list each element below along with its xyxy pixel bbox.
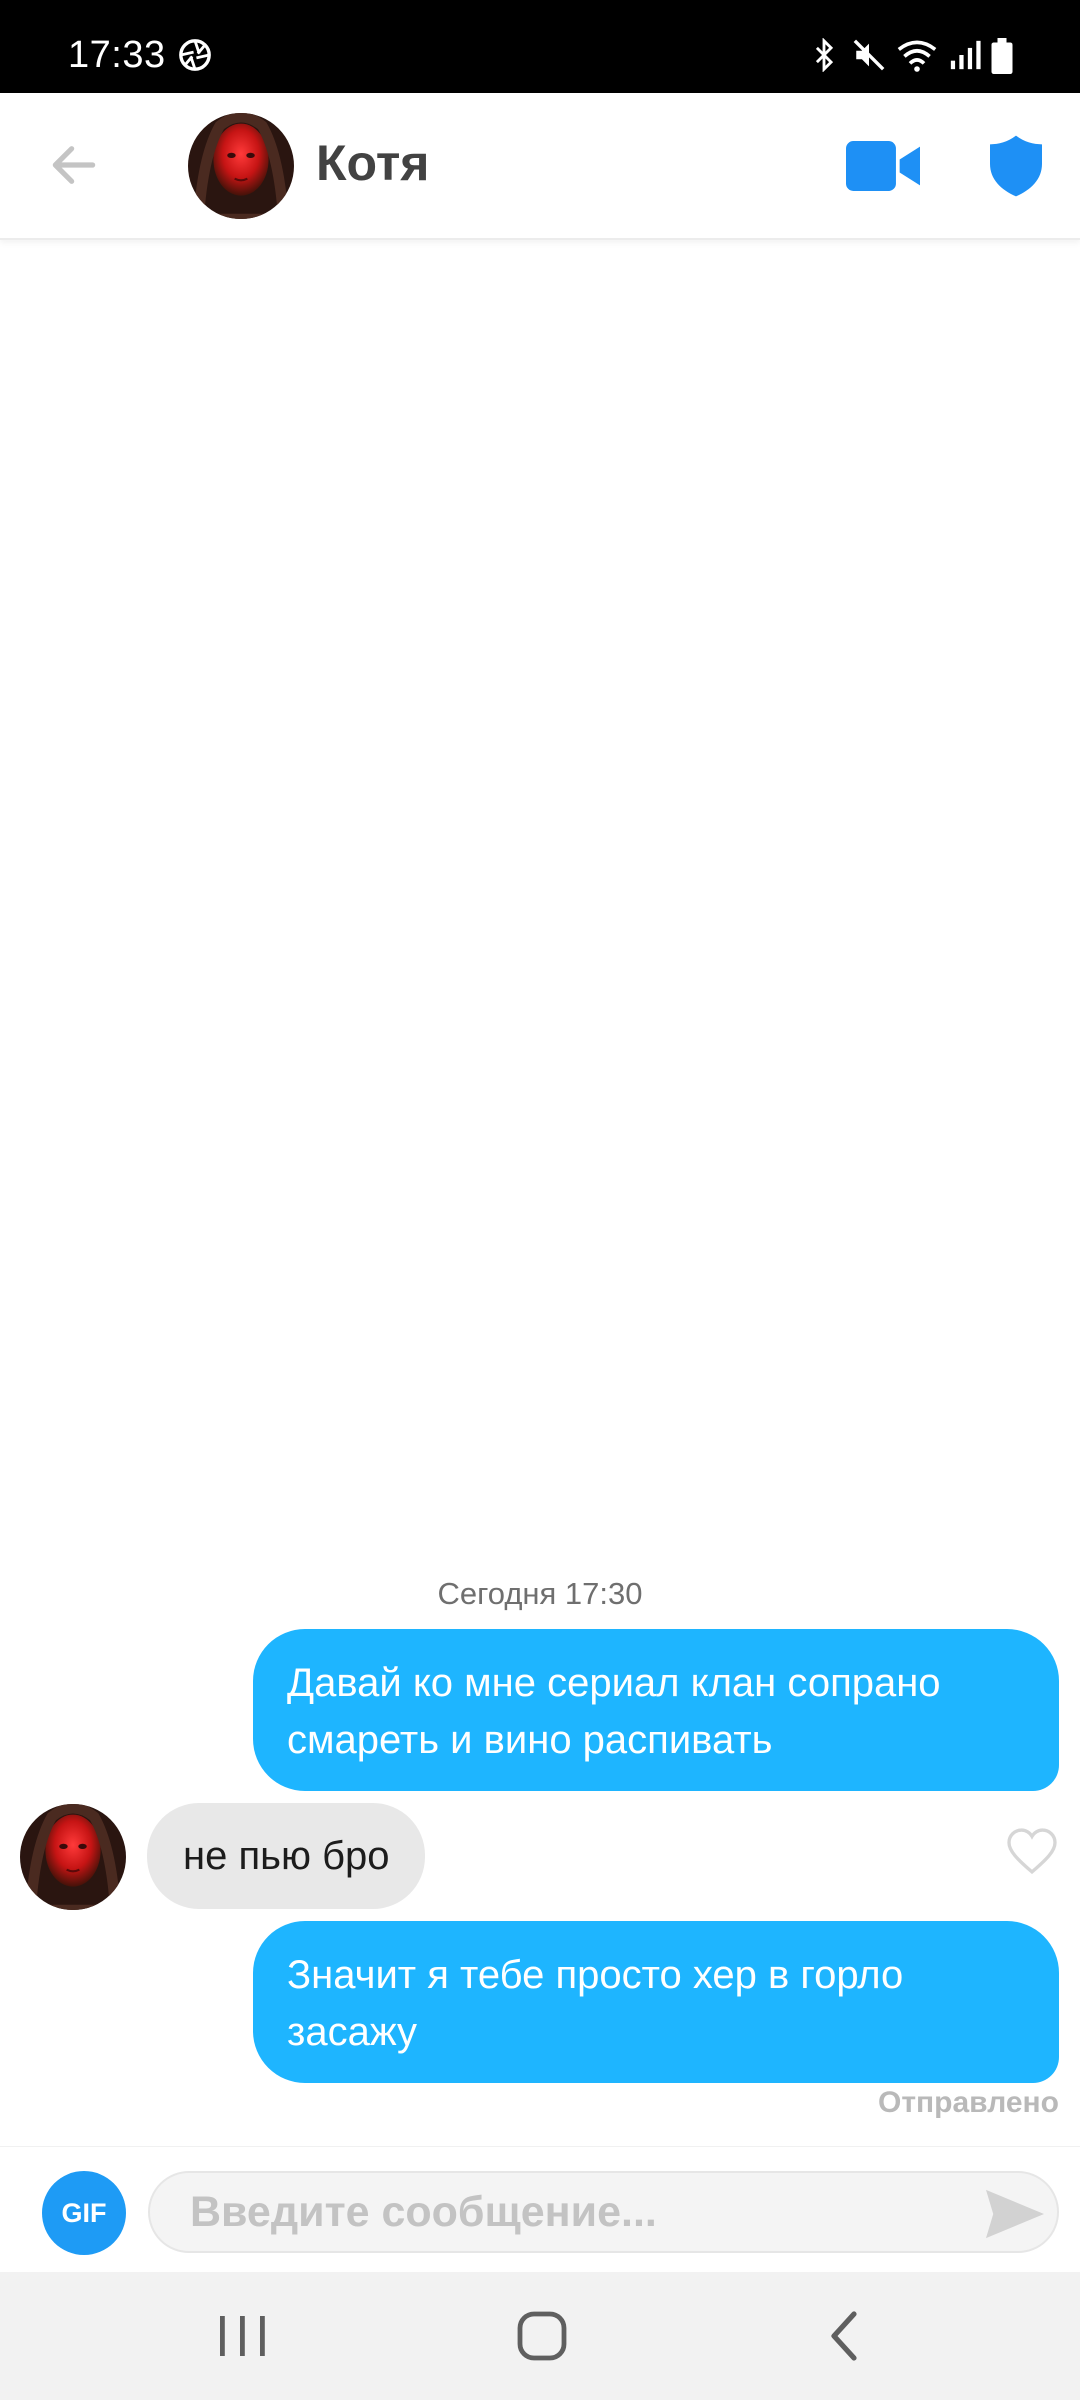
chat-timestamp: Сегодня 17:30 bbox=[437, 1576, 643, 1611]
chat-header: Котя bbox=[0, 93, 1080, 240]
signal-icon bbox=[950, 40, 981, 70]
outgoing-message[interactable]: Значит я тебе просто хер в горло засажу bbox=[253, 1921, 1059, 2083]
contact-name[interactable]: Котя bbox=[316, 133, 429, 193]
incoming-message[interactable]: не пью бро bbox=[147, 1803, 426, 1909]
video-camera-icon[interactable] bbox=[846, 141, 920, 191]
message-input[interactable] bbox=[148, 2171, 1059, 2253]
message-composer: GIF bbox=[0, 2146, 1080, 2273]
recent-apps-icon[interactable] bbox=[212, 2310, 272, 2362]
status-time: 17:33 bbox=[68, 34, 166, 76]
home-icon[interactable] bbox=[512, 2310, 572, 2362]
status-bar: 17:33 bbox=[0, 0, 1080, 93]
shield-icon[interactable] bbox=[990, 135, 1042, 197]
gif-button[interactable]: GIF bbox=[42, 2171, 126, 2255]
send-icon[interactable] bbox=[986, 2189, 1044, 2239]
wifi-icon bbox=[897, 40, 937, 72]
back-arrow-icon[interactable] bbox=[46, 137, 102, 193]
mute-icon bbox=[853, 39, 885, 71]
back-icon[interactable] bbox=[816, 2310, 876, 2362]
delivery-status: Отправлено bbox=[878, 2086, 1059, 2119]
bluetooth-icon bbox=[815, 38, 834, 72]
contact-avatar[interactable] bbox=[188, 113, 294, 219]
system-nav-bar bbox=[0, 2272, 1080, 2400]
heart-icon[interactable] bbox=[1006, 1828, 1058, 1874]
battery-icon bbox=[991, 38, 1013, 74]
sender-avatar[interactable] bbox=[20, 1804, 126, 1910]
outgoing-message[interactable]: Давай ко мне сериал клан сопрано смареть… bbox=[253, 1629, 1059, 1791]
aperture-icon bbox=[179, 39, 211, 71]
